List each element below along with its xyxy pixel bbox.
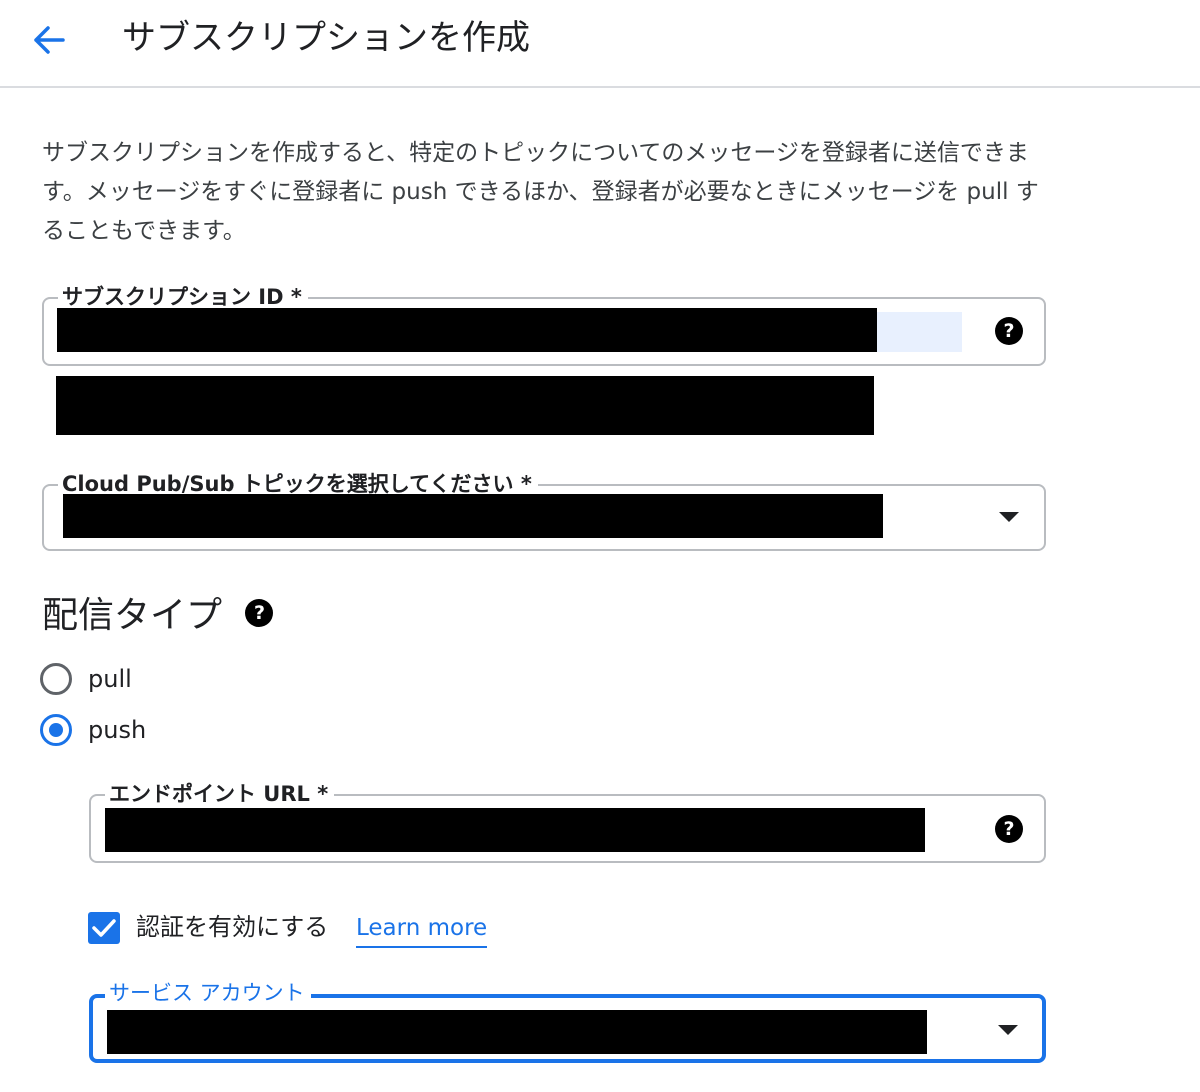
checkmark-icon (92, 919, 116, 937)
radio-pull[interactable]: pull (40, 663, 132, 695)
endpoint-url-label: エンドポイント URL * (105, 779, 335, 809)
radio-button-push[interactable] (40, 714, 72, 746)
topic-value-redacted[interactable] (63, 494, 883, 538)
service-account-select[interactable]: サービス アカウント (89, 978, 1046, 1063)
service-account-value-redacted[interactable] (107, 1010, 927, 1054)
enable-auth-checkbox[interactable] (88, 912, 120, 944)
radio-button-pull[interactable] (40, 663, 72, 695)
arrow-left-icon (34, 26, 65, 54)
page-title: サブスクリプションを作成 (122, 18, 530, 58)
help-icon[interactable]: ? (245, 599, 274, 627)
endpoint-url-value-redacted[interactable] (105, 808, 925, 852)
chevron-down-icon[interactable] (999, 512, 1019, 522)
subscription-id-field[interactable]: サブスクリプション ID * ? (42, 282, 1046, 366)
back-button[interactable] (26, 18, 72, 62)
app-header: サブスクリプションを作成 (0, 0, 1200, 88)
chevron-down-icon[interactable] (998, 1025, 1018, 1035)
page-description: サブスクリプションを作成すると、特定のトピックについてのメッセージを登録者に送信… (42, 140, 1039, 244)
delivery-type-title: 配信タイプ (42, 595, 223, 636)
subscription-id-input-highlight[interactable] (874, 312, 962, 352)
subscription-id-hint-redacted (56, 376, 874, 435)
enable-auth-label: 認証を有効にする (136, 913, 329, 941)
help-icon[interactable]: ? (995, 317, 1023, 345)
help-icon[interactable]: ? (995, 815, 1023, 843)
service-account-label: サービス アカウント (105, 978, 311, 1008)
subscription-id-value-redacted[interactable] (57, 308, 877, 352)
radio-push-label: push (88, 716, 147, 744)
radio-push[interactable]: push (40, 714, 146, 746)
radio-pull-label: pull (88, 665, 132, 693)
learn-more-link[interactable]: Learn more (356, 912, 488, 948)
endpoint-url-field[interactable]: エンドポイント URL * ? (89, 779, 1046, 863)
topic-select[interactable]: Cloud Pub/Sub トピックを選択してください * (42, 469, 1046, 551)
delivery-type-heading: 配信タイプ ? (42, 590, 274, 642)
